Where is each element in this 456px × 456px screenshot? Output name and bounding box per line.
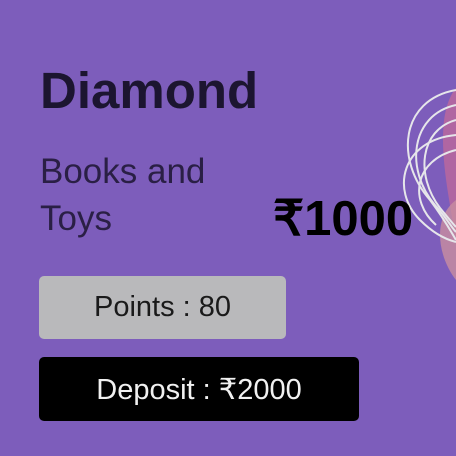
plan-subtitle: Books and Toys [40,152,206,239]
deposit-button[interactable]: Deposit : ₹2000 [39,357,359,421]
plan-price: ₹1000 [273,192,414,246]
plan-card[interactable]: Diamond Books and Toys ₹1000 Points : 80… [0,0,456,456]
wavy-lines-decoration [403,88,456,280]
points-badge: Points : 80 [39,276,286,339]
plan-title: Diamond [40,62,259,119]
